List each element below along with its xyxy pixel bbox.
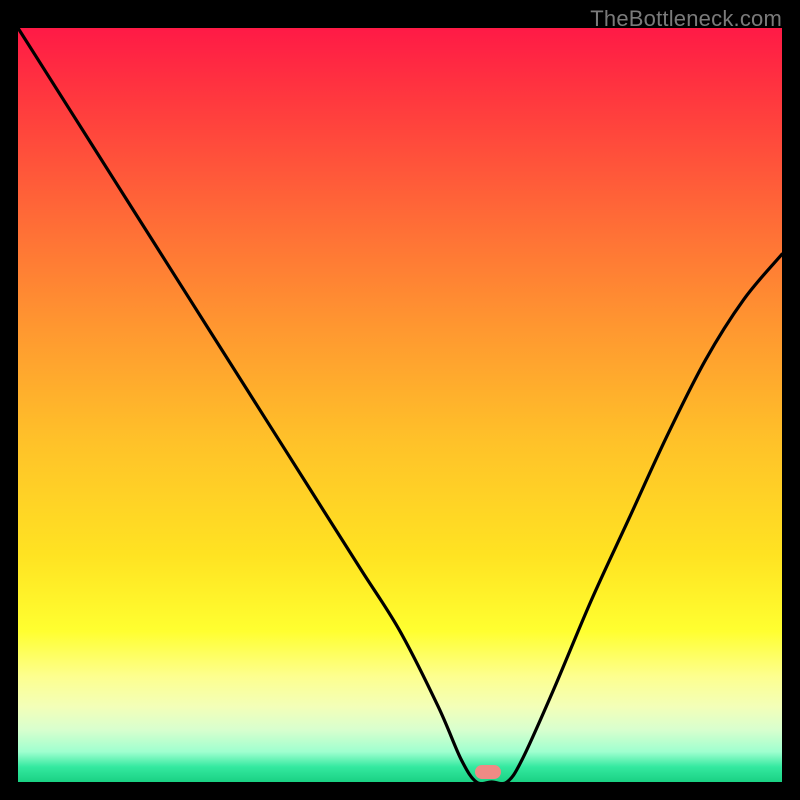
plot-area (18, 28, 782, 782)
optimal-marker (475, 765, 501, 779)
bottleneck-curve (18, 28, 782, 782)
chart-frame (18, 28, 782, 782)
chart-stage: TheBottleneck.com (0, 0, 800, 800)
